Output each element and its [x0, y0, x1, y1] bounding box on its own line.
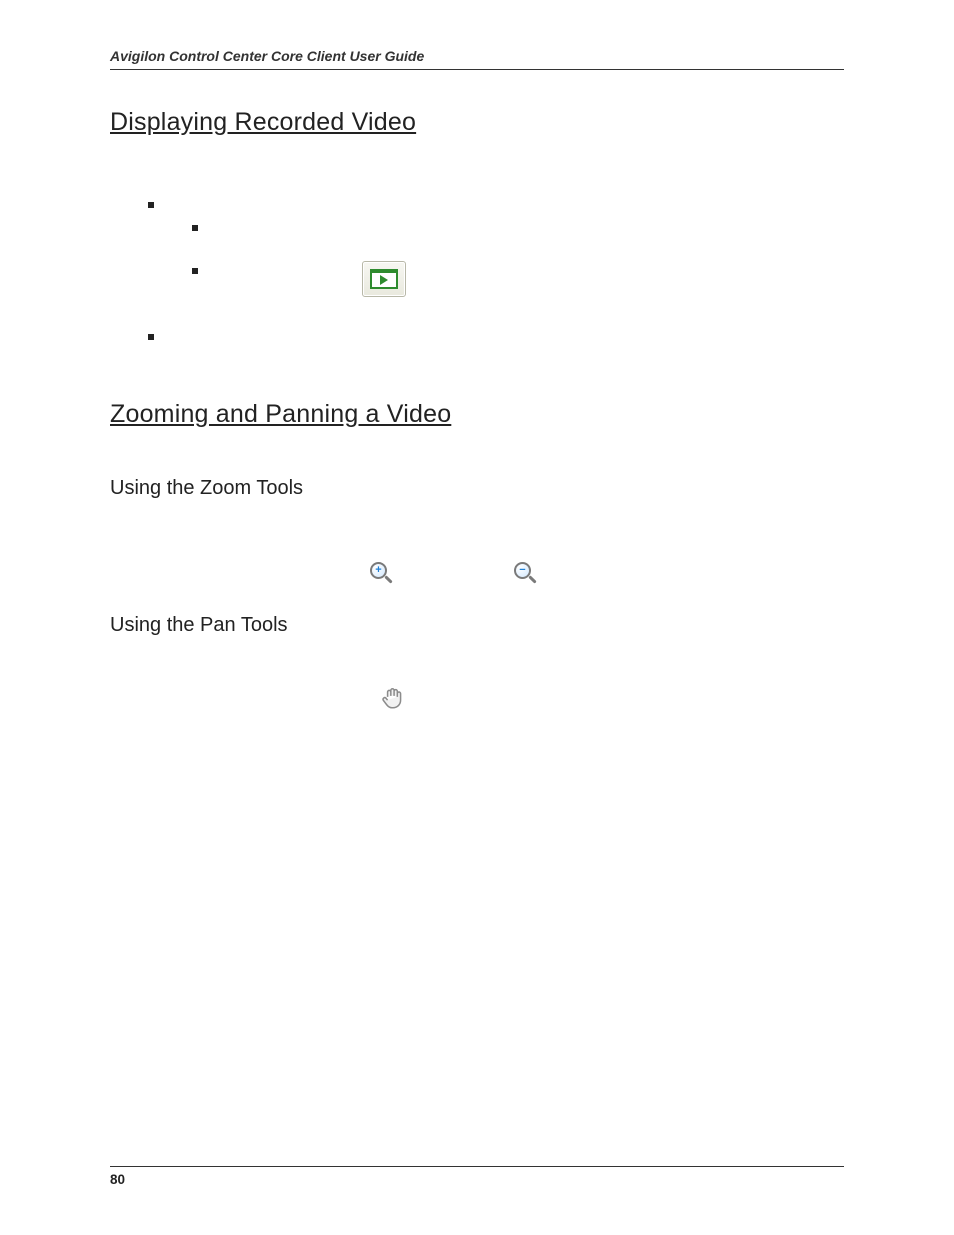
bullet-item [192, 218, 844, 231]
subsection-zoom-title: Using the Zoom Tools [110, 477, 844, 500]
document-page: Avigilon Control Center Core Client User… [0, 0, 954, 1235]
bullet-item [192, 261, 844, 297]
bullet-text [214, 261, 844, 297]
recorded-bullets [148, 195, 844, 340]
play-window-icon [362, 261, 406, 297]
bullet-item [148, 327, 844, 340]
zoom-icons-row: + − [370, 562, 844, 586]
pan-icon-row [380, 685, 844, 716]
page-footer: 80 [110, 1166, 844, 1189]
bullet-marker-icon [148, 202, 154, 208]
bullet-marker-icon [192, 268, 198, 274]
zoom-out-icon: − [514, 562, 538, 586]
zoom-in-icon: + [370, 562, 394, 586]
header-title: Avigilon Control Center Core Client User… [110, 48, 424, 64]
pan-hand-icon [380, 698, 406, 715]
bullet-marker-icon [192, 225, 198, 231]
subsection-pan-title: Using the Pan Tools [110, 614, 844, 637]
page-header: Avigilon Control Center Core Client User… [110, 48, 844, 70]
bullet-item [148, 195, 844, 208]
bullet-marker-icon [148, 334, 154, 340]
section-heading-recorded: Displaying Recorded Video [110, 108, 844, 137]
page-number: 80 [110, 1172, 125, 1187]
section-heading-zoompan: Zooming and Panning a Video [110, 400, 844, 429]
